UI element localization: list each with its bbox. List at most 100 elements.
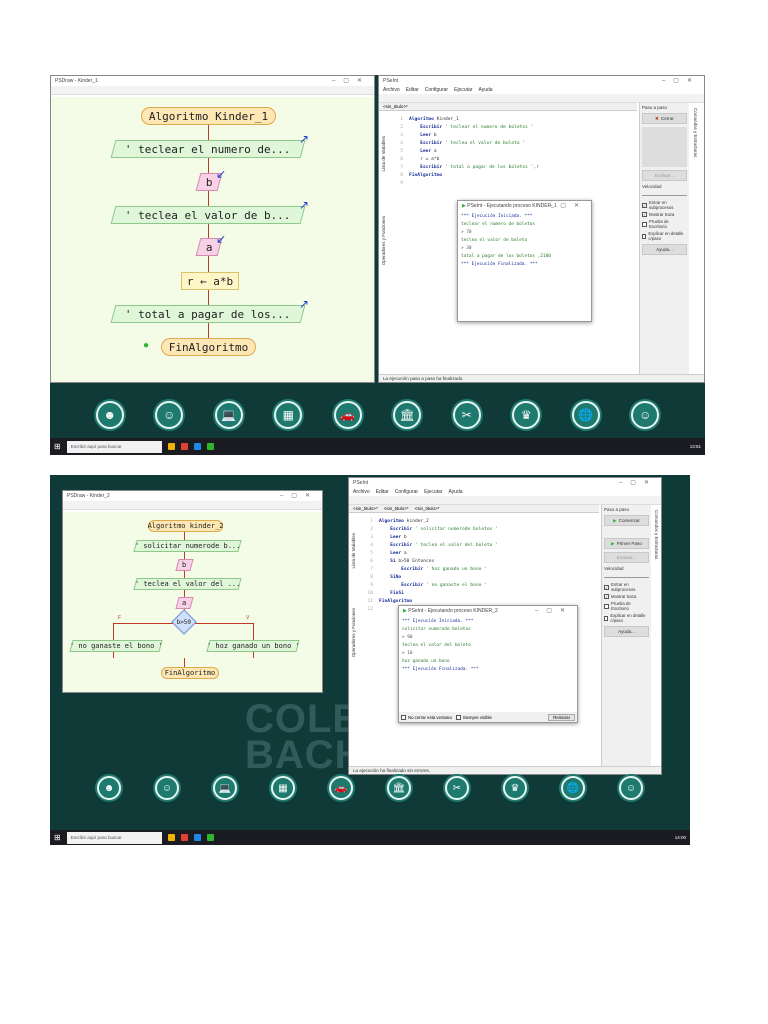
windows-start-icon[interactable]: ⊞ <box>54 442 61 451</box>
checkbox[interactable] <box>455 714 461 720</box>
menu-editar[interactable]: Editar <box>376 489 389 495</box>
option-checkbox[interactable]: Prueba de Escritorio <box>642 219 687 229</box>
flow-output-1[interactable]: ' teclear el numero de... <box>110 140 306 158</box>
option-checkbox[interactable]: Prueba de Escritorio <box>604 601 649 611</box>
pseint-taskbar-icon[interactable] <box>206 443 214 450</box>
people-icon[interactable]: ☻ <box>97 776 121 800</box>
side-tab-operators[interactable]: Operadores y Funciones <box>351 608 356 657</box>
file-explorer-icon[interactable] <box>167 834 175 841</box>
flow-output-true[interactable]: ' hoz ganado un bono ' <box>206 640 300 652</box>
option-checkbox[interactable]: ✓ Entrar en subprocesos <box>642 200 687 210</box>
editor-tab[interactable]: <sin_titulo>* <box>353 506 378 511</box>
checkbox[interactable]: ✓ <box>604 584 609 590</box>
menu-configurar[interactable]: Configurar <box>425 87 448 93</box>
checkbox[interactable]: ✓ <box>642 212 647 217</box>
window-controls[interactable]: –▢✕ <box>332 77 370 84</box>
menu-archivo[interactable]: Archivo <box>383 87 400 93</box>
car-icon[interactable]: 🚗 <box>329 776 353 800</box>
side-tab-variables[interactable]: Lista de Variables <box>381 136 386 171</box>
flow-output-false[interactable]: ' no ganaste el bono ' <box>69 640 163 652</box>
globe-icon[interactable]: 🌐 <box>561 776 585 800</box>
checkbox[interactable]: ✓ <box>604 594 609 599</box>
building-icon[interactable]: 🏛 <box>393 401 422 429</box>
flow-input-2[interactable]: a <box>175 597 194 609</box>
no-close-checkbox[interactable]: No cerrar esta ventana <box>401 714 452 720</box>
face-icon[interactable]: ☺ <box>619 776 643 800</box>
globe-icon[interactable]: 🌐 <box>571 401 600 429</box>
checkbox[interactable] <box>604 615 609 621</box>
side-tab-commands[interactable]: Comandos y Estructuras <box>654 510 659 559</box>
flow-start[interactable]: Algoritmo Kinder_1 <box>141 107 276 125</box>
head-icon[interactable]: ☺ <box>155 401 184 429</box>
start-button[interactable]: ▶ Comenzar <box>604 515 649 526</box>
edge-icon[interactable] <box>193 834 201 841</box>
face-icon[interactable]: ☺ <box>631 401 660 429</box>
option-checkbox[interactable]: ✓ Mostrar traza <box>604 594 649 599</box>
crown-icon[interactable]: ♛ <box>503 776 527 800</box>
editor-tab[interactable]: <sin_titulo>* <box>415 506 440 511</box>
evaluate-button[interactable]: Evaluar... <box>642 170 687 181</box>
chart-icon[interactable]: ▦ <box>271 776 295 800</box>
speed-slider[interactable] <box>642 191 687 196</box>
option-checkbox[interactable]: Explicar en detalle c/paso <box>604 613 649 623</box>
help-button[interactable]: Ayuda... <box>642 244 687 255</box>
edge-icon[interactable] <box>193 443 201 450</box>
flow-end[interactable]: FinAlgoritmo <box>161 338 256 356</box>
building-icon[interactable]: 🏛 <box>387 776 411 800</box>
checkbox[interactable] <box>401 714 406 720</box>
taskbar-search[interactable]: Escribir aquí para buscar <box>66 440 162 453</box>
tools-icon[interactable]: ✂ <box>445 776 469 800</box>
checkbox[interactable]: ✓ <box>642 202 647 208</box>
side-tab-variables[interactable]: Lista de Variables <box>351 533 356 568</box>
checkbox[interactable] <box>604 603 609 609</box>
window-controls[interactable]: –▢✕ <box>535 607 573 614</box>
first-step-button[interactable]: ▶ Primer Paso <box>604 538 649 549</box>
chart-icon[interactable]: ▦ <box>274 401 303 429</box>
menu-ayuda[interactable]: Ayuda <box>478 87 492 93</box>
flow-output-2[interactable]: ' teclea el valor de b... <box>110 206 306 224</box>
flow-output-1[interactable]: ' solicitar numerode b... <box>133 540 242 552</box>
option-checkbox[interactable]: ✓ Entrar en subprocesos <box>604 582 649 592</box>
flow-assign[interactable]: r ← a*b <box>181 272 239 290</box>
side-tab-commands[interactable]: Comandos y Estructuras <box>693 108 698 157</box>
menu-ejecutar[interactable]: Ejecutar <box>424 489 442 495</box>
restart-button[interactable]: Reiniciar <box>548 713 575 721</box>
window-controls[interactable]: –▢✕ <box>549 202 587 209</box>
window-controls[interactable]: –▢✕ <box>662 77 700 84</box>
help-button[interactable]: Ayuda... <box>604 626 649 637</box>
checkbox[interactable] <box>642 221 647 227</box>
speed-slider[interactable] <box>604 573 649 578</box>
option-checkbox[interactable]: ✓ Mostrar traza <box>642 212 687 217</box>
menu-editar[interactable]: Editar <box>406 87 419 93</box>
flow-condition[interactable]: b>50 <box>171 609 197 635</box>
chrome-icon[interactable] <box>180 443 188 450</box>
window-controls[interactable]: –▢✕ <box>280 492 318 499</box>
tools-icon[interactable]: ✂ <box>452 401 481 429</box>
menu-ejecutar[interactable]: Ejecutar <box>454 87 472 93</box>
evaluate-button[interactable]: Evaluar... <box>604 552 649 563</box>
always-visible-checkbox[interactable]: Siempre visible <box>455 714 492 720</box>
flow-start[interactable]: Algoritmo kinder_2 <box>148 520 223 532</box>
chrome-icon[interactable] <box>180 834 188 841</box>
pseint-taskbar-icon[interactable] <box>206 834 214 841</box>
laptop-icon[interactable]: 💻 <box>214 401 243 429</box>
checkbox[interactable] <box>642 233 647 239</box>
crown-icon[interactable]: ♛ <box>512 401 541 429</box>
side-tab-operators[interactable]: Operadores y Funciones <box>381 216 386 265</box>
flow-end[interactable]: FinAlgoritmo <box>161 667 219 679</box>
windows-start-icon[interactable]: ⊞ <box>54 833 61 842</box>
editor-tab[interactable]: <sin_titulo>* <box>383 104 408 109</box>
option-checkbox[interactable]: Explicar en detalle c/paso <box>642 231 687 241</box>
menu-configurar[interactable]: Configurar <box>395 489 418 495</box>
menu-archivo[interactable]: Archivo <box>353 489 370 495</box>
head-icon[interactable]: ☺ <box>155 776 179 800</box>
car-icon[interactable]: 🚗 <box>333 401 362 429</box>
flow-output-3[interactable]: ' total a pagar de los... <box>110 305 306 323</box>
flow-input-1[interactable]: b <box>175 559 194 571</box>
taskbar-search[interactable]: Escribir aquí para buscar <box>66 831 162 844</box>
laptop-icon[interactable]: 💻 <box>213 776 237 800</box>
editor-tab[interactable]: <sin_titulo>* <box>384 506 409 511</box>
window-controls[interactable]: –▢✕ <box>619 479 657 486</box>
flow-output-2[interactable]: ' teclea el valor del ... <box>133 578 242 590</box>
file-explorer-icon[interactable] <box>167 443 175 450</box>
